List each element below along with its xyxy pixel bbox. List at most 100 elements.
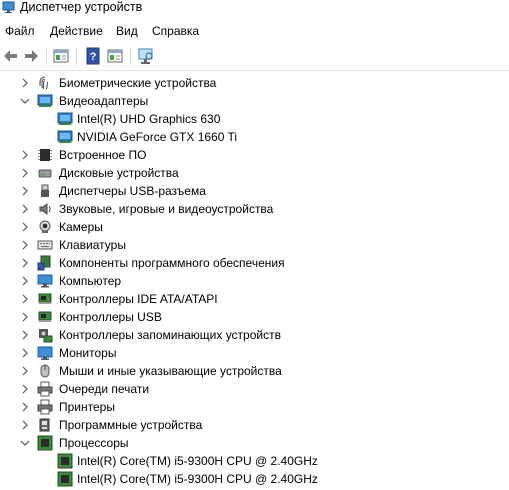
tree-category-node[interactable]: Дисковые устройства	[0, 164, 509, 182]
tree-node-label: Программные устройства	[59, 418, 203, 432]
tree-node-label: Дисковые устройства	[59, 166, 179, 180]
tree-category-node[interactable]: Клавиатуры	[0, 236, 509, 254]
tree-category-node[interactable]: Контроллеры запоминающих устройств	[0, 326, 509, 344]
back-arrow-icon[interactable]	[2, 47, 20, 65]
update-driver-icon[interactable]	[106, 47, 124, 65]
chevron-right-icon[interactable]	[19, 256, 31, 270]
tree-category-node[interactable]: Мониторы	[0, 344, 509, 362]
toolbar: ?	[0, 44, 509, 70]
processor-icon	[57, 453, 73, 469]
tree-node-label: Компьютер	[59, 274, 122, 288]
tree-node-label: Мыши и иные указывающие устройства	[59, 364, 282, 378]
software-component-icon	[37, 255, 53, 271]
scan-hardware-icon[interactable]	[137, 47, 155, 65]
computer-icon	[37, 273, 53, 289]
tree-category-node[interactable]: Мыши и иные указывающие устройства	[0, 362, 509, 380]
tree-node-label: Контроллеры запоминающих устройств	[59, 328, 281, 342]
tree-category-node[interactable]: Процессоры	[0, 434, 509, 452]
chevron-right-icon[interactable]	[19, 418, 31, 432]
tree-category-node[interactable]: Контроллеры IDE ATA/ATAPI	[0, 290, 509, 308]
tree-category-node[interactable]: Диспетчеры USB-разъема	[0, 182, 509, 200]
tree-device-node[interactable]: Intel(R) UHD Graphics 630	[0, 110, 509, 128]
tree-node-label: Биометрические устройства	[59, 76, 217, 90]
menu-help[interactable]: Справка	[152, 24, 199, 38]
chevron-right-icon[interactable]	[19, 382, 31, 396]
processor-icon	[37, 435, 53, 451]
print-queue-icon	[37, 381, 53, 397]
menu-file[interactable]: Файл	[5, 24, 35, 38]
menu-action[interactable]: Действие	[50, 24, 103, 38]
printer-icon	[37, 399, 53, 415]
tree-device-node[interactable]: Intel(R) Core(TM) i5-9300H CPU @ 2.40GHz	[0, 452, 509, 470]
device-manager-app-icon	[2, 1, 16, 13]
menu-view[interactable]: Вид	[116, 24, 138, 38]
chevron-right-icon[interactable]	[19, 364, 31, 378]
chevron-right-icon[interactable]	[19, 202, 31, 216]
display-adapter-icon	[37, 93, 53, 109]
chevron-right-icon[interactable]	[19, 148, 31, 162]
title-bar: Диспетчер устройств	[0, 0, 509, 17]
tree-category-node[interactable]: Контроллеры USB	[0, 308, 509, 326]
tree-node-label: Видеоадаптеры	[59, 94, 149, 108]
chevron-right-icon[interactable]	[19, 400, 31, 414]
chevron-right-icon[interactable]	[19, 76, 31, 90]
tree-category-node[interactable]: Звуковые, игровые и видеоустройства	[0, 200, 509, 218]
display-adapter-icon	[57, 129, 73, 145]
tree-node-label: Контроллеры IDE ATA/ATAPI	[59, 292, 218, 306]
svg-text:?: ?	[90, 51, 97, 63]
tree-node-label: Встроенное ПО	[59, 148, 147, 162]
camera-icon	[37, 219, 53, 235]
tree-node-label: Intel(R) UHD Graphics 630	[77, 112, 221, 126]
tree-category-node[interactable]: Очереди печати	[0, 380, 509, 398]
tree-category-node[interactable]: Принтеры	[0, 398, 509, 416]
chevron-right-icon[interactable]	[19, 310, 31, 324]
tree-node-label: Intel(R) Core(TM) i5-9300H CPU @ 2.40GHz	[77, 472, 318, 486]
speaker-icon	[37, 201, 53, 217]
software-device-icon	[37, 417, 53, 433]
tree-node-label: Клавиатуры	[59, 238, 126, 252]
tree-node-label: Процессоры	[59, 436, 129, 450]
chevron-right-icon[interactable]	[19, 166, 31, 180]
usb-controller-icon	[37, 309, 53, 325]
properties-icon[interactable]	[52, 47, 70, 65]
keyboard-icon	[37, 237, 53, 253]
firmware-icon	[37, 147, 53, 163]
chevron-right-icon[interactable]	[19, 274, 31, 288]
tree-node-label: Звуковые, игровые и видеоустройства	[59, 202, 274, 216]
tree-node-label: Компоненты программного обеспечения	[59, 256, 285, 270]
chevron-right-icon[interactable]	[19, 238, 31, 252]
monitor-icon	[37, 345, 53, 361]
toolbar-separator	[76, 48, 77, 65]
chevron-right-icon[interactable]	[19, 346, 31, 360]
toolbar-divider	[0, 70, 509, 71]
forward-arrow-icon[interactable]	[22, 47, 40, 65]
chevron-right-icon[interactable]	[19, 328, 31, 342]
tree-node-label: Диспетчеры USB-разъема	[59, 184, 206, 198]
display-adapter-icon	[57, 111, 73, 127]
chevron-right-icon[interactable]	[19, 184, 31, 198]
tree-category-node[interactable]: Компоненты программного обеспечения	[0, 254, 509, 272]
disk-drive-icon	[37, 165, 53, 181]
tree-category-node[interactable]: Программные устройства	[0, 416, 509, 434]
tree-node-label: Мониторы	[59, 346, 117, 360]
chevron-right-icon[interactable]	[19, 220, 31, 234]
chevron-down-icon[interactable]	[19, 436, 31, 450]
fingerprint-icon	[37, 75, 53, 91]
tree-device-node[interactable]: NVIDIA GeForce GTX 1660 Ti	[0, 128, 509, 146]
storage-controller-icon	[37, 327, 53, 343]
tree-category-node[interactable]: Камеры	[0, 218, 509, 236]
chevron-right-icon[interactable]	[19, 292, 31, 306]
tree-category-node[interactable]: Встроенное ПО	[0, 146, 509, 164]
tree-device-node[interactable]: Intel(R) Core(TM) i5-9300H CPU @ 2.40GHz	[0, 470, 509, 488]
tree-node-label: Очереди печати	[59, 382, 150, 396]
menu-bar: Файл Действие Вид Справка	[0, 20, 509, 42]
chevron-down-icon[interactable]	[19, 94, 31, 108]
help-icon[interactable]: ?	[84, 47, 102, 65]
toolbar-separator	[130, 48, 131, 65]
tree-category-node[interactable]: Биометрические устройства	[0, 74, 509, 92]
tree-category-node[interactable]: Видеоадаптеры	[0, 92, 509, 110]
usb-connector-icon	[37, 183, 53, 199]
tree-node-label: Intel(R) Core(TM) i5-9300H CPU @ 2.40GHz	[77, 454, 318, 468]
processor-icon	[57, 471, 73, 487]
tree-category-node[interactable]: Компьютер	[0, 272, 509, 290]
